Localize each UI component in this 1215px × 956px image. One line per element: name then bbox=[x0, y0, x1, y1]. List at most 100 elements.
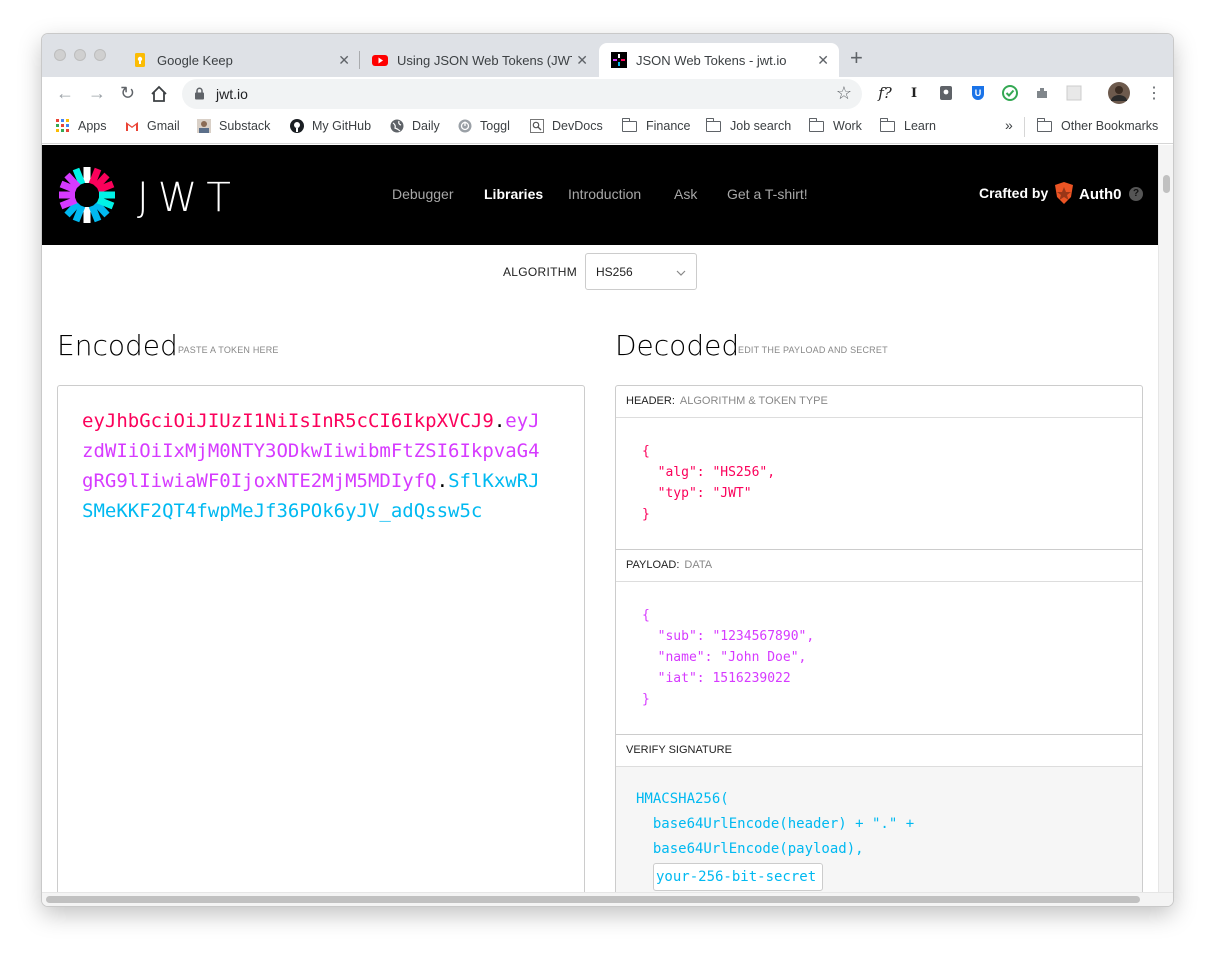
extension-puzzle-icon[interactable] bbox=[1034, 85, 1050, 101]
secret-input[interactable]: your-256-bit-secret bbox=[653, 863, 823, 891]
bookmark-github[interactable]: My GitHub bbox=[290, 119, 371, 133]
bookmark-gmail[interactable]: Gmail bbox=[125, 119, 180, 133]
horizontal-scrollbar[interactable] bbox=[42, 892, 1173, 906]
zoom-window-button[interactable] bbox=[94, 49, 106, 61]
decoded-title: Decoded bbox=[615, 329, 740, 362]
bookmark-label: DevDocs bbox=[552, 119, 603, 133]
encoded-token-textarea[interactable]: eyJhbGciOiJIUzI1NiIsInR5cCI6IkpXVCJ9.eyJ… bbox=[57, 385, 585, 892]
bookmark-label: Finance bbox=[646, 119, 691, 133]
browser-toolbar: ← → ↻ jwt.io ☆ f? I U ⋮ bbox=[42, 77, 1173, 111]
bookmark-label: Toggl bbox=[480, 119, 510, 133]
profile-avatar-icon[interactable] bbox=[1108, 82, 1130, 104]
extension-instapaper-icon[interactable]: I bbox=[906, 85, 922, 101]
lock-icon bbox=[195, 87, 204, 100]
bookmark-other-folder[interactable]: Other Bookmarks bbox=[1036, 117, 1159, 133]
bookmark-star-icon[interactable]: ☆ bbox=[836, 83, 852, 104]
crafted-by-label: Crafted by bbox=[979, 185, 1049, 201]
bookmark-devdocs[interactable]: DevDocs bbox=[530, 119, 603, 133]
payload-json-editor[interactable]: { "sub": "1234567890", "name": "John Doe… bbox=[642, 605, 814, 710]
site-header: JWT Debugger Libraries Introduction Ask … bbox=[42, 145, 1158, 245]
forward-icon[interactable]: → bbox=[88, 83, 106, 104]
bookmark-label: Gmail bbox=[147, 119, 180, 133]
back-icon[interactable]: ← bbox=[56, 83, 74, 104]
new-tab-button[interactable]: + bbox=[850, 47, 863, 69]
signature-payload-encode: base64UrlEncode(payload), bbox=[636, 841, 864, 857]
bookmark-substack[interactable]: Substack bbox=[197, 119, 270, 133]
reload-icon[interactable]: ↻ bbox=[120, 83, 135, 104]
vertical-scrollbar[interactable] bbox=[1158, 145, 1173, 892]
apps-grid-icon bbox=[56, 119, 69, 132]
payload-section-desc: DATA bbox=[684, 559, 713, 571]
extension-keep-icon[interactable] bbox=[938, 85, 954, 101]
decoded-panel: HEADER: ALGORITHM & TOKEN TYPE { "alg": "… bbox=[615, 385, 1143, 892]
jwt-logo-text[interactable]: JWT bbox=[137, 175, 240, 221]
browser-window: Google Keep ✕ Using JSON Web Tokens (JWT… bbox=[42, 34, 1173, 906]
folder-icon bbox=[1036, 117, 1052, 132]
github-icon bbox=[290, 119, 304, 133]
folder-icon bbox=[879, 117, 895, 132]
tab-label: Using JSON Web Tokens (JWT bbox=[397, 52, 572, 68]
toggl-icon bbox=[458, 119, 472, 133]
nav-get-tshirt[interactable]: Get a T-shirt! bbox=[727, 186, 808, 202]
horizontal-scroll-thumb[interactable] bbox=[46, 896, 1140, 903]
bookmark-label: Job search bbox=[730, 119, 792, 133]
auth0-shield-icon[interactable] bbox=[1052, 181, 1076, 205]
jwt-logo-icon[interactable] bbox=[57, 165, 117, 225]
bookmark-folder-learn[interactable]: Learn bbox=[879, 117, 936, 133]
bookmark-label: Other Bookmarks bbox=[1061, 119, 1159, 133]
payload-section-title: PAYLOAD: DATA bbox=[616, 550, 1142, 582]
tab-google-keep[interactable]: Google Keep ✕ bbox=[120, 43, 360, 77]
bookmark-daily[interactable]: Daily bbox=[390, 119, 440, 133]
tab-label: Google Keep bbox=[157, 52, 233, 68]
decoded-subtitle: EDIT THE PAYLOAD AND SECRET bbox=[738, 345, 888, 355]
bookmarks-bar: Apps Gmail Substack My GitHub Daily Togg… bbox=[42, 111, 1173, 144]
payload-section-label: PAYLOAD: bbox=[626, 559, 680, 571]
nav-ask[interactable]: Ask bbox=[674, 186, 697, 202]
substack-avatar-icon bbox=[197, 119, 211, 133]
bookmarks-overflow-button[interactable]: » bbox=[1005, 117, 1013, 133]
url-text: jwt.io bbox=[216, 86, 248, 102]
minimize-window-button[interactable] bbox=[74, 49, 86, 61]
nav-introduction[interactable]: Introduction bbox=[568, 186, 641, 202]
signature-area: HMACSHA256( base64UrlEncode(header) + ".… bbox=[616, 767, 1142, 892]
tab-youtube[interactable]: Using JSON Web Tokens (JWT ✕ bbox=[360, 43, 598, 77]
encoded-subtitle: PASTE A TOKEN HERE bbox=[178, 345, 279, 355]
extension-check-icon[interactable] bbox=[1002, 85, 1018, 101]
bookmark-folder-work[interactable]: Work bbox=[808, 117, 862, 133]
close-icon[interactable]: ✕ bbox=[338, 52, 350, 69]
bookmark-label: Daily bbox=[412, 119, 440, 133]
algorithm-select[interactable]: HS256 bbox=[585, 253, 697, 290]
signature-header-encode: base64UrlEncode(header) + "." + bbox=[636, 816, 915, 832]
header-json-editor[interactable]: { "alg": "HS256", "typ": "JWT" } bbox=[642, 441, 775, 525]
auth0-brand[interactable]: Auth0 bbox=[1079, 186, 1122, 203]
address-bar[interactable]: jwt.io ☆ bbox=[182, 79, 862, 109]
bookmark-toggl[interactable]: Toggl bbox=[458, 119, 510, 133]
extension-fquestion-icon[interactable]: f? bbox=[874, 84, 896, 102]
bookmark-folder-job-search[interactable]: Job search bbox=[705, 117, 792, 133]
kebab-menu-icon[interactable]: ⋮ bbox=[1146, 83, 1162, 103]
chevron-down-icon bbox=[676, 270, 686, 276]
algorithm-label: ALGORITHM bbox=[503, 265, 578, 279]
bookmark-folder-finance[interactable]: Finance bbox=[621, 117, 691, 133]
header-section-desc: ALGORITHM & TOKEN TYPE bbox=[679, 395, 828, 407]
vertical-scroll-thumb[interactable] bbox=[1163, 175, 1170, 193]
extension-u-shield-icon[interactable]: U bbox=[970, 85, 986, 101]
bookmark-apps[interactable]: Apps bbox=[56, 119, 107, 133]
close-icon[interactable]: ✕ bbox=[817, 52, 829, 69]
nav-debugger[interactable]: Debugger bbox=[392, 186, 454, 202]
bookmark-label: Work bbox=[833, 119, 862, 133]
encoded-token-text: eyJhbGciOiJIUzI1NiIsInR5cCI6IkpXVCJ9.eyJ… bbox=[82, 406, 542, 526]
help-icon[interactable]: ? bbox=[1129, 187, 1143, 201]
bookmark-label: Substack bbox=[219, 119, 271, 133]
signature-section-title: VERIFY SIGNATURE bbox=[616, 735, 1142, 767]
encoded-title: Encoded bbox=[57, 329, 178, 362]
tab-label: JSON Web Tokens - jwt.io bbox=[636, 52, 787, 68]
folder-icon bbox=[705, 117, 721, 132]
extension-grid-icon[interactable] bbox=[1066, 85, 1082, 101]
home-icon[interactable] bbox=[150, 85, 168, 103]
youtube-icon bbox=[372, 55, 388, 66]
close-window-button[interactable] bbox=[54, 49, 66, 61]
nav-libraries[interactable]: Libraries bbox=[484, 186, 543, 202]
tab-jwt-active[interactable]: JSON Web Tokens - jwt.io ✕ bbox=[599, 43, 839, 77]
close-icon[interactable]: ✕ bbox=[576, 52, 588, 69]
